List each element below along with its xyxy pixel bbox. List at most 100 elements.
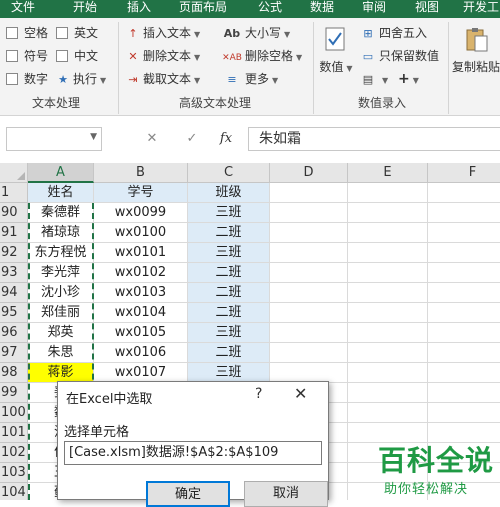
table-cell[interactable]	[348, 263, 428, 283]
table-cell[interactable]	[270, 203, 348, 223]
table-cell[interactable]	[270, 263, 348, 283]
checkbox-number[interactable]: 数字	[6, 69, 48, 89]
table-cell[interactable]	[348, 283, 428, 303]
table-cell[interactable]: wx0107	[94, 363, 188, 383]
table-cell[interactable]: 二班	[188, 303, 270, 323]
table-cell[interactable]: wx0100	[94, 223, 188, 243]
row-header[interactable]: 104	[0, 483, 28, 500]
delete-space-button[interactable]: ✕AB 删除空格 ▼	[222, 46, 302, 66]
tab-developer[interactable]: 开发工	[456, 0, 500, 18]
table-cell[interactable]	[270, 303, 348, 323]
table-cell[interactable]	[348, 363, 428, 383]
column-header[interactable]: E	[348, 163, 428, 183]
case-button[interactable]: Ab 大小写 ▼	[222, 23, 290, 43]
header-cell[interactable]: 学号	[94, 183, 188, 203]
table-cell[interactable]: 二班	[188, 263, 270, 283]
tab-insert[interactable]: 插入	[114, 0, 164, 18]
table-cell[interactable]: 二班	[188, 343, 270, 363]
header-cell[interactable]	[270, 183, 348, 203]
table-cell[interactable]: wx0104	[94, 303, 188, 323]
table-cell[interactable]: wx0102	[94, 263, 188, 283]
row-header[interactable]: 90	[0, 203, 28, 223]
table-cell[interactable]	[348, 223, 428, 243]
execute-button[interactable]: ★ 执行 ▼	[56, 69, 106, 89]
table-cell[interactable]	[270, 243, 348, 263]
checkbox-symbol[interactable]: 符号	[6, 46, 48, 66]
table-cell[interactable]: 东方程悦	[28, 243, 94, 263]
header-cell[interactable]: 班级	[188, 183, 270, 203]
table-cell[interactable]: 郑英	[28, 323, 94, 343]
plus-button[interactable]: + ▼	[398, 69, 419, 89]
table-cell[interactable]: wx0103	[94, 283, 188, 303]
table-cell[interactable]	[348, 383, 428, 403]
row-header[interactable]: 101	[0, 423, 28, 443]
row-header[interactable]: 103	[0, 463, 28, 483]
help-icon[interactable]: ?	[255, 386, 262, 402]
close-icon[interactable]: ✕	[294, 384, 307, 403]
row-header[interactable]: 98	[0, 363, 28, 383]
table-cell[interactable]: 郑佳丽	[28, 303, 94, 323]
tab-data[interactable]: 数据	[300, 0, 344, 18]
column-header[interactable]: B	[94, 163, 188, 183]
row-header[interactable]: 91	[0, 223, 28, 243]
extract-text-button[interactable]: ⇥ 截取文本 ▼	[126, 69, 200, 89]
formula-input[interactable]: 朱如霜	[248, 127, 500, 151]
checkbox-english[interactable]: 英文	[56, 23, 98, 43]
checkbox-space[interactable]: 空格	[6, 23, 48, 43]
table-cell[interactable]	[428, 283, 500, 303]
table-cell[interactable]	[348, 323, 428, 343]
table-cell[interactable]: 三班	[188, 243, 270, 263]
format-button[interactable]: ▤ ▼	[360, 69, 388, 89]
row-header[interactable]: 95	[0, 303, 28, 323]
table-cell[interactable]: 沈小珍	[28, 283, 94, 303]
table-cell[interactable]: wx0105	[94, 323, 188, 343]
table-cell[interactable]: 三班	[188, 363, 270, 383]
name-box[interactable]: ▼	[6, 127, 102, 151]
table-cell[interactable]	[428, 203, 500, 223]
row-header[interactable]: 92	[0, 243, 28, 263]
table-cell[interactable]: 三班	[188, 203, 270, 223]
column-header[interactable]: D	[270, 163, 348, 183]
table-cell[interactable]	[348, 403, 428, 423]
cancel-button[interactable]: 取消	[244, 481, 328, 507]
table-cell[interactable]	[270, 323, 348, 343]
tab-page-layout[interactable]: 页面布局	[170, 0, 236, 18]
row-header[interactable]: 100	[0, 403, 28, 423]
table-cell[interactable]	[270, 343, 348, 363]
table-cell[interactable]	[348, 343, 428, 363]
row-header[interactable]: 1	[0, 183, 28, 203]
round-button[interactable]: ⊞ 四舍五入	[360, 23, 427, 43]
table-cell[interactable]: 三班	[188, 323, 270, 343]
row-header[interactable]: 96	[0, 323, 28, 343]
table-cell[interactable]	[428, 303, 500, 323]
table-cell[interactable]	[270, 283, 348, 303]
table-cell[interactable]	[428, 343, 500, 363]
cancel-entry-icon[interactable]: ✕	[140, 127, 164, 151]
table-cell[interactable]	[428, 263, 500, 283]
table-cell[interactable]	[428, 363, 500, 383]
table-cell[interactable]	[428, 223, 500, 243]
table-cell[interactable]: wx0106	[94, 343, 188, 363]
tab-file[interactable]: 文件	[0, 0, 46, 18]
table-cell[interactable]	[428, 383, 500, 403]
row-header[interactable]: 97	[0, 343, 28, 363]
range-input[interactable]: [Case.xlsm]数据源!$A$2:$A$109	[64, 441, 322, 465]
insert-text-button[interactable]: ↑ 插入文本 ▼	[126, 23, 200, 43]
tab-review[interactable]: 审阅	[352, 0, 396, 18]
table-cell[interactable]: 李光萍	[28, 263, 94, 283]
table-cell[interactable]	[428, 243, 500, 263]
tab-view[interactable]: 视图	[405, 0, 449, 18]
table-cell[interactable]	[348, 303, 428, 323]
tab-home[interactable]: 开始	[60, 0, 110, 18]
row-header[interactable]: 99	[0, 383, 28, 403]
delete-text-button[interactable]: ✕ 删除文本 ▼	[126, 46, 200, 66]
table-cell[interactable]	[270, 363, 348, 383]
insert-function-icon[interactable]: fx	[214, 127, 238, 151]
header-cell[interactable]	[348, 183, 428, 203]
column-header[interactable]: F	[428, 163, 500, 183]
table-cell[interactable]	[428, 403, 500, 423]
table-cell[interactable]	[348, 203, 428, 223]
column-header[interactable]: A	[28, 163, 94, 183]
header-cell[interactable]: 姓名	[28, 183, 94, 203]
copy-paste-button[interactable]: 复制粘贴	[452, 26, 500, 75]
